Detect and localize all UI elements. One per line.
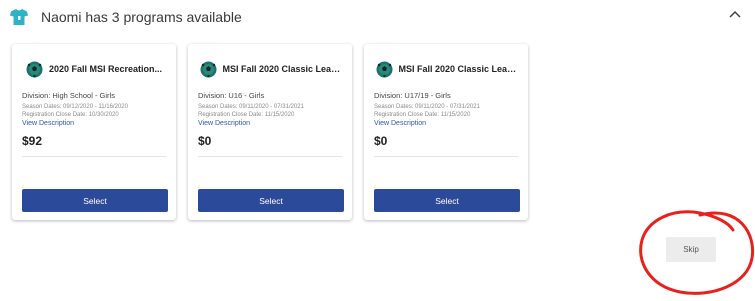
chevron-up-icon[interactable] — [729, 10, 741, 18]
card-header: MSI Fall 2020 Classic Leag... — [364, 59, 528, 79]
registration-close-date: Registration Close Date: 11/15/2020 — [374, 112, 471, 118]
programs-header: Naomi has 3 programs available — [10, 6, 242, 28]
program-price: $0 — [374, 134, 388, 148]
program-division: Division: U16 - Girls — [198, 91, 265, 100]
soccer-ball-icon — [376, 61, 392, 77]
card-divider — [198, 156, 342, 157]
program-card: 2020 Fall MSI Recreation... Division: Hi… — [12, 44, 176, 220]
program-title: MSI Fall 2020 Classic Leag... — [222, 64, 341, 74]
soccer-ball-icon — [200, 61, 216, 77]
card-header: MSI Fall 2020 Classic Leag... — [188, 59, 352, 79]
registration-close-date: Registration Close Date: 10/30/2020 — [22, 112, 119, 118]
card-divider — [22, 156, 166, 157]
select-button[interactable]: Select — [374, 189, 520, 212]
shirt-icon — [10, 9, 28, 25]
registration-close-date: Registration Close Date: 11/15/2020 — [198, 112, 295, 118]
season-dates: Season Dates: 09/11/2020 - 07/31/2021 — [374, 104, 480, 110]
card-header: 2020 Fall MSI Recreation... — [12, 59, 176, 79]
program-title: MSI Fall 2020 Classic Leag... — [398, 64, 517, 74]
select-button[interactable]: Select — [198, 189, 344, 212]
soccer-ball-icon — [26, 61, 43, 77]
program-price: $0 — [198, 134, 212, 148]
program-division: Division: U17/19 - Girls — [374, 91, 451, 100]
page-title: Naomi has 3 programs available — [41, 9, 242, 25]
program-title: 2020 Fall MSI Recreation... — [48, 64, 163, 74]
season-dates: Season Dates: 09/12/2020 - 11/16/2020 — [22, 104, 128, 110]
view-description-link[interactable]: View Description — [198, 120, 250, 127]
program-division: Division: High School - Girls — [22, 91, 115, 100]
select-button[interactable]: Select — [22, 189, 168, 212]
view-description-link[interactable]: View Description — [22, 120, 74, 127]
card-divider — [374, 156, 518, 157]
program-price: $92 — [22, 134, 43, 148]
program-card: MSI Fall 2020 Classic Leag... Division: … — [364, 44, 528, 220]
skip-button[interactable]: Skip — [666, 237, 716, 262]
view-description-link[interactable]: View Description — [374, 120, 426, 127]
program-card: MSI Fall 2020 Classic Leag... Division: … — [188, 44, 352, 220]
season-dates: Season Dates: 09/11/2020 - 07/31/2021 — [198, 104, 304, 110]
